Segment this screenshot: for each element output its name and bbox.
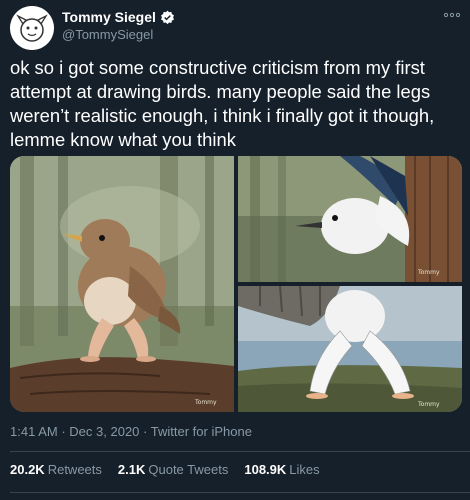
likes-label: Likes bbox=[289, 462, 320, 477]
quote-tweets-label: Quote Tweets bbox=[148, 462, 229, 477]
engagement-stats: 20.2K Retweets 2.1K Quote Tweets 108.9K Lik… bbox=[10, 462, 320, 477]
avatar[interactable] bbox=[10, 6, 54, 50]
retweets-label: Retweets bbox=[47, 462, 102, 477]
likes-count: 108.9K bbox=[244, 462, 287, 477]
divider bbox=[10, 451, 470, 452]
divider bbox=[10, 492, 470, 493]
verified-badge-icon bbox=[160, 10, 175, 25]
tweet-time[interactable]: 1:41 AM bbox=[10, 424, 58, 439]
svg-text:Tommy: Tommy bbox=[417, 269, 440, 276]
svg-text:Tommy: Tommy bbox=[194, 399, 217, 406]
tweet-header: Tommy Siegel @TommySiegel bbox=[10, 6, 461, 50]
quote-tweets-count: 2.1K bbox=[117, 462, 146, 477]
meta-separator: · bbox=[143, 424, 148, 439]
user-handle[interactable]: @TommySiegel bbox=[62, 27, 175, 42]
meta-separator: · bbox=[61, 424, 66, 439]
user-name-block[interactable]: Tommy Siegel @TommySiegel bbox=[62, 9, 175, 42]
tweet-text: ok so i got some constructive criticism … bbox=[10, 57, 435, 150]
svg-text:Tommy: Tommy bbox=[417, 401, 440, 408]
media-image-gull[interactable]: Tommy bbox=[238, 285, 462, 412]
media-image-wren[interactable]: Tommy bbox=[10, 156, 234, 412]
retweets-count: 20.2K bbox=[10, 462, 45, 477]
media-image-nuthatch[interactable]: Tommy bbox=[238, 156, 462, 282]
tweet-date[interactable]: Dec 3, 2020 bbox=[69, 424, 139, 439]
tweet-source[interactable]: Twitter for iPhone bbox=[151, 424, 252, 439]
display-name[interactable]: Tommy Siegel bbox=[62, 9, 156, 25]
likes-stat[interactable]: 108.9K Likes bbox=[244, 462, 319, 477]
retweets-stat[interactable]: 20.2K Retweets bbox=[10, 462, 102, 477]
media-grid: Tommy Tommy Tommy bbox=[10, 156, 462, 412]
tweet-meta: 1:41 AM · Dec 3, 2020 · Twitter for iPho… bbox=[10, 424, 252, 439]
quote-tweets-stat[interactable]: 2.1K Quote Tweets bbox=[118, 462, 228, 477]
more-options-icon[interactable] bbox=[443, 8, 461, 18]
